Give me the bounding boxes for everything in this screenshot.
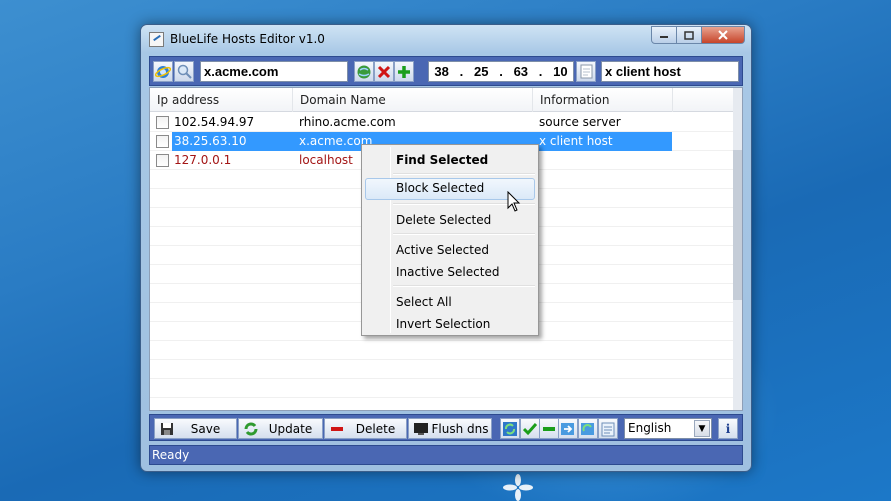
import-icon [561, 422, 574, 435]
column-header-empty [673, 88, 735, 112]
minus-icon [329, 421, 345, 437]
export-button[interactable] [578, 418, 598, 439]
language-value: English [628, 421, 672, 435]
column-header-information[interactable]: Information [533, 88, 673, 112]
refresh-button[interactable] [500, 418, 520, 439]
close-icon [718, 30, 728, 40]
title-bar[interactable]: BlueLife Hosts Editor v1.0 [141, 25, 751, 53]
menu-separator [393, 233, 535, 235]
menu-item-find-selected[interactable]: Find Selected [365, 150, 535, 172]
column-header-domain[interactable]: Domain Name [293, 88, 533, 112]
notepad-icon [601, 422, 615, 436]
flush-dns-button[interactable]: Flush dns [408, 418, 492, 439]
ie-browser-button[interactable] [153, 61, 173, 82]
dropdown-arrow-icon[interactable]: ▼ [694, 420, 710, 437]
about-button[interactable]: i [718, 418, 738, 439]
information-button[interactable] [576, 61, 596, 82]
maximize-button[interactable] [677, 26, 702, 44]
row-checkbox[interactable] [156, 154, 169, 167]
row-domain: localhost [299, 153, 353, 167]
row-ip: 102.54.94.97 [174, 115, 255, 129]
menu-item-invert-selection[interactable]: Invert Selection [365, 314, 535, 336]
table-row[interactable]: 102.54.94.97 rhino.acme.com source serve… [150, 113, 742, 132]
resolve-button[interactable] [354, 61, 374, 82]
monitor-icon [413, 421, 429, 437]
search-icon [177, 64, 192, 79]
menu-item-select-all[interactable]: Select All [365, 292, 535, 314]
floppy-disk-icon [159, 421, 175, 437]
empty-row [150, 341, 742, 360]
update-button[interactable]: Update [238, 418, 323, 439]
app-icon [149, 32, 164, 47]
ip-octet-4: 10 [553, 64, 568, 79]
menu-item-active-selected[interactable]: Active Selected [365, 240, 535, 262]
import-button[interactable] [558, 418, 578, 439]
minimize-icon [660, 36, 668, 38]
clear-button[interactable] [374, 61, 394, 82]
minimize-button[interactable] [651, 26, 677, 44]
ip-address-input[interactable]: 38 . 25 . 63 . 10 [428, 61, 574, 82]
close-button[interactable] [702, 26, 745, 44]
language-select[interactable]: English ▼ [624, 418, 712, 439]
refresh-icon [503, 421, 517, 436]
menu-item-delete-selected[interactable]: Delete Selected [365, 210, 535, 232]
empty-row [150, 360, 742, 379]
maximize-icon [684, 30, 694, 40]
ip-separator: . [538, 64, 543, 79]
search-button[interactable] [174, 61, 194, 82]
save-button[interactable]: Save [154, 418, 237, 439]
flush-dns-label: Flush dns [431, 421, 489, 436]
activate-button[interactable] [520, 418, 540, 439]
update-label: Update [268, 421, 313, 436]
empty-row [150, 379, 742, 398]
menu-item-inactive-selected[interactable]: Inactive Selected [365, 262, 535, 284]
row-checkbox[interactable] [156, 135, 169, 148]
status-text: Ready [152, 448, 190, 462]
delete-button[interactable]: Delete [324, 418, 407, 439]
notepad-button[interactable] [598, 418, 618, 439]
bottom-toolbar: Save Update Delete Flush dns English ▼ i [149, 414, 743, 441]
windows-logo-icon [503, 474, 533, 501]
export-icon [581, 422, 594, 435]
domain-input[interactable]: x.acme.com [200, 61, 348, 82]
red-x-icon [377, 65, 391, 78]
information-input[interactable]: x client host [601, 61, 739, 82]
empty-row [150, 398, 742, 410]
plus-icon [398, 65, 410, 78]
save-label: Save [190, 421, 221, 436]
menu-separator [393, 285, 535, 287]
ip-separator: . [499, 64, 503, 79]
green-minus-icon [543, 426, 555, 431]
add-entry-button[interactable] [394, 61, 414, 82]
checkmark-icon [523, 422, 537, 435]
mouse-cursor-icon [507, 191, 521, 212]
top-toolbar: x.acme.com 38 . 25 . 63 . 10 x client ho… [149, 56, 743, 86]
row-ip: 38.25.63.10 [174, 134, 247, 148]
globe-icon [357, 65, 371, 78]
delete-label: Delete [355, 421, 396, 436]
scrollbar-thumb[interactable] [733, 150, 742, 300]
status-bar: Ready [149, 445, 743, 465]
document-icon [580, 64, 592, 79]
ip-octet-1: 38 [434, 64, 449, 79]
ip-octet-2: 25 [473, 64, 489, 79]
deactivate-button[interactable] [539, 418, 559, 439]
ip-octet-3: 63 [513, 64, 529, 79]
row-domain: rhino.acme.com [299, 115, 396, 129]
list-header: Ip address Domain Name Information [150, 88, 742, 112]
context-menu: Find Selected Block Selected Delete Sele… [361, 144, 539, 336]
column-header-ip[interactable]: Ip address [150, 88, 293, 112]
internet-explorer-icon [155, 65, 171, 78]
row-ip: 127.0.0.1 [174, 153, 232, 167]
row-checkbox[interactable] [156, 116, 169, 129]
window-title: BlueLife Hosts Editor v1.0 [170, 32, 325, 46]
row-info: x client host [539, 134, 613, 148]
caption-buttons [651, 26, 745, 44]
info-label: i [725, 421, 731, 436]
update-arrows-icon [243, 421, 259, 437]
ip-separator: . [459, 64, 464, 79]
vertical-scrollbar[interactable] [733, 88, 742, 410]
menu-separator [393, 173, 535, 175]
row-info: source server [539, 115, 621, 129]
